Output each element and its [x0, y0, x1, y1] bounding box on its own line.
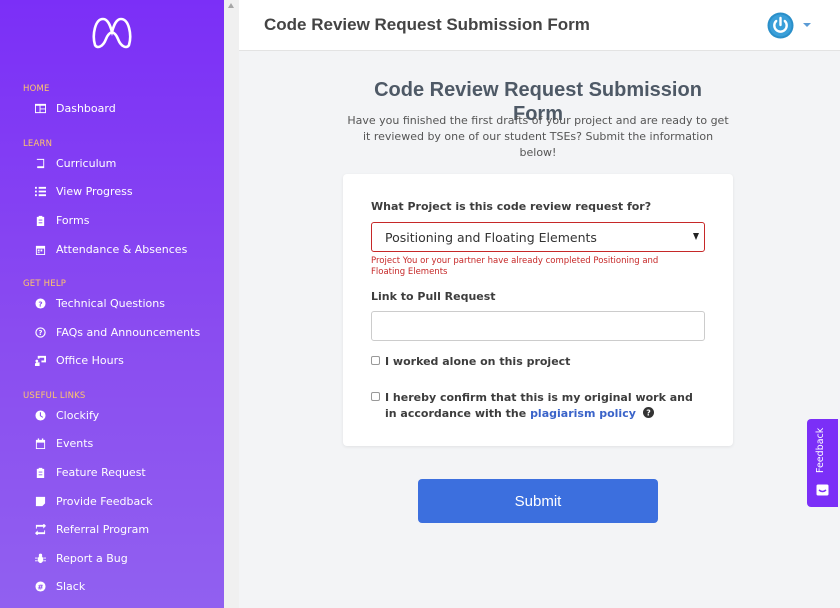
calendar-events-icon: [34, 437, 46, 449]
sidebar-item-slack[interactable]: # Slack: [34, 576, 214, 596]
teacher-icon: [34, 354, 46, 366]
retweet-icon: [34, 523, 46, 535]
sidebar-item-faqs[interactable]: ? FAQs and Announcements: [34, 322, 214, 342]
sidebar-item-report-bug[interactable]: Report a Bug: [34, 548, 214, 568]
section-title-get-help: GET HELP: [23, 279, 67, 289]
clock-icon: [34, 409, 46, 421]
pr-link-input[interactable]: [371, 311, 705, 341]
bug-icon: [34, 552, 46, 564]
sidebar-item-office-hours[interactable]: Office Hours: [34, 350, 214, 370]
question-circle-icon: ?: [34, 297, 46, 309]
sidebar-item-feature-request[interactable]: Feature Request: [34, 462, 214, 482]
confirm-checkbox[interactable]: [371, 392, 380, 401]
scroll-up-icon[interactable]: [228, 3, 234, 8]
sidebar-item-dashboard[interactable]: Dashboard: [34, 98, 214, 118]
note-icon: [34, 495, 46, 507]
logo-icon[interactable]: [91, 15, 133, 49]
svg-text:?: ?: [38, 329, 42, 337]
alone-label: I worked alone on this project: [385, 355, 571, 368]
sidebar-item-label: Dashboard: [56, 101, 116, 115]
sidebar-item-label: Provide Feedback: [56, 494, 153, 508]
sidebar-item-label: Slack: [56, 579, 86, 593]
sidebar-item-technical-questions[interactable]: ? Technical Questions: [34, 293, 214, 313]
sidebar-item-label: Events: [56, 436, 94, 450]
feedback-icon: [816, 484, 829, 496]
svg-text:?: ?: [38, 299, 42, 308]
sidebar-item-label: Attendance & Absences: [56, 242, 188, 256]
svg-text:?: ?: [646, 408, 651, 417]
dashboard-icon: [34, 102, 46, 114]
sidebar-item-label: Office Hours: [56, 353, 124, 367]
sidebar-item-referral-program[interactable]: Referral Program: [34, 519, 214, 539]
question-circle-outline-icon: ?: [34, 326, 46, 338]
form-intro: Have you finished the first drafts of yo…: [347, 114, 729, 159]
page-title: Code Review Request Submission Form: [264, 15, 590, 34]
sidebar-item-label: Feature Request: [56, 465, 146, 479]
feedback-tab[interactable]: Feedback: [807, 419, 838, 507]
sidebar-item-label: Curriculum: [56, 156, 117, 170]
sidebar-item-label: Forms: [56, 213, 90, 227]
sidebar: HOME Dashboard LEARN Curriculum View Pro…: [0, 0, 224, 608]
project-select-value: Positioning and Floating Elements: [385, 229, 597, 245]
sidebar-item-provide-feedback[interactable]: Provide Feedback: [34, 491, 214, 511]
clipboard-list-icon: [34, 466, 46, 478]
confirm-text: I hereby confirm that this is my origina…: [385, 390, 701, 422]
top-bar: Code Review Request Submission Form: [239, 0, 840, 51]
dropdown-arrow-icon: [693, 233, 699, 240]
project-select[interactable]: Positioning and Floating Elements: [371, 222, 705, 252]
section-title-useful-links: USEFUL LINKS: [23, 391, 86, 401]
clipboard-icon: [34, 214, 46, 226]
calendar-icon: [34, 243, 46, 255]
sidebar-scrollbar[interactable]: [224, 0, 239, 608]
power-icon[interactable]: [767, 12, 794, 39]
plagiarism-policy-link[interactable]: plagiarism policy: [530, 407, 636, 420]
sidebar-item-label: Technical Questions: [56, 296, 165, 310]
sidebar-item-label: View Progress: [56, 184, 133, 198]
form-card: What Project is this code review request…: [343, 174, 733, 446]
section-title-learn: LEARN: [23, 139, 53, 149]
sidebar-item-view-progress[interactable]: View Progress: [34, 181, 214, 201]
sidebar-item-curriculum[interactable]: Curriculum: [34, 153, 214, 173]
project-label: What Project is this code review request…: [371, 200, 652, 213]
slack-icon: #: [34, 580, 46, 592]
sidebar-item-label: Referral Program: [56, 522, 150, 536]
sidebar-item-label: FAQs and Announcements: [56, 325, 201, 339]
alone-checkbox-row: I worked alone on this project: [371, 354, 570, 370]
question-circle-icon[interactable]: ?: [642, 407, 654, 418]
feedback-label: Feedback: [815, 427, 826, 473]
sidebar-item-events[interactable]: Events: [34, 433, 214, 453]
svg-text:#: #: [37, 582, 43, 591]
pr-label: Link to Pull Request: [371, 290, 496, 303]
section-title-home: HOME: [23, 84, 50, 94]
sidebar-item-label: Clockify: [56, 408, 100, 422]
confirm-checkbox-row: I hereby confirm that this is my origina…: [371, 390, 701, 422]
list-icon: [34, 185, 46, 197]
sidebar-item-forms[interactable]: Forms: [34, 210, 214, 230]
sidebar-item-clockify[interactable]: Clockify: [34, 405, 214, 425]
book-icon: [34, 157, 46, 169]
chevron-down-icon[interactable]: [803, 23, 811, 27]
submit-button[interactable]: Submit: [418, 479, 658, 523]
project-error: Project You or your partner have already…: [371, 256, 659, 277]
sidebar-item-attendance[interactable]: Attendance & Absences: [34, 239, 214, 259]
alone-checkbox[interactable]: [371, 356, 380, 365]
sidebar-item-label: Report a Bug: [56, 551, 128, 565]
